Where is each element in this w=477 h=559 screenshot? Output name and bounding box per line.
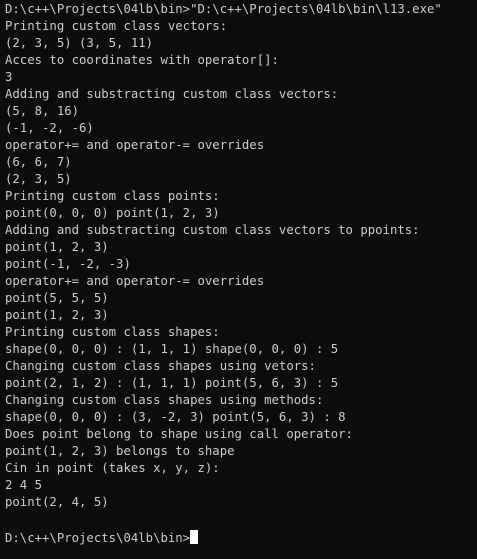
console-line: point(1, 2, 3)	[5, 240, 109, 254]
console-line: point(0, 0, 0) point(1, 2, 3)	[5, 206, 220, 220]
console-line: (6, 6, 7)	[5, 155, 72, 169]
console-line: Changing custom class shapes using vetor…	[5, 359, 316, 373]
console-line: point(5, 5, 5)	[5, 291, 109, 305]
console-line: point(1, 2, 3) belongs to shape	[5, 444, 235, 458]
console-output: D:\c++\Projects\04lb\bin>"D:\c++\Project…	[5, 1, 442, 511]
console-line: point(1, 2, 3)	[5, 308, 109, 322]
text-cursor	[190, 530, 199, 544]
console-line: Printing custom class points:	[5, 189, 220, 203]
console-line: point(2, 4, 5)	[5, 495, 109, 509]
console-line: shape(0, 0, 0) : (3, -2, 3) point(5, 6, …	[5, 410, 346, 424]
console-line: point(2, 1, 2) : (1, 1, 1) point(5, 6, 3…	[5, 376, 339, 390]
console-line: point(-1, -2, -3)	[5, 257, 131, 271]
console-window[interactable]: D:\c++\Projects\04lb\bin>"D:\c++\Project…	[0, 0, 477, 559]
console-line: (2, 3, 5)	[5, 172, 72, 186]
console-line: Printing custom class shapes:	[5, 325, 220, 339]
console-line: Changing custom class shapes using metho…	[5, 393, 324, 407]
console-line: Does point belong to shape using call op…	[5, 427, 353, 441]
console-line: D:\c++\Projects\04lb\bin>"D:\c++\Project…	[5, 2, 442, 16]
console-line: operator+= and operator-= overrides	[5, 274, 265, 288]
console-line: Adding and substracting custom class vec…	[5, 223, 420, 237]
console-line: (5, 8, 16)	[5, 104, 80, 118]
console-line: (-1, -2, -6)	[5, 121, 94, 135]
console-line: (2, 3, 5) (3, 5, 11)	[5, 36, 154, 50]
console-line: 2 4 5	[5, 478, 43, 492]
console-line: operator+= and operator-= overrides	[5, 138, 265, 152]
prompt-text: D:\c++\Projects\04lb\bin>	[5, 531, 191, 545]
console-line: Adding and substracting custom class vec…	[5, 87, 339, 101]
console-line: shape(0, 0, 0) : (1, 1, 1) shape(0, 0, 0…	[5, 342, 339, 356]
console-line: Cin in point (takes x, y, z):	[5, 461, 220, 475]
console-line: 3	[5, 70, 13, 84]
command-prompt[interactable]: D:\c++\Projects\04lb\bin>	[5, 530, 199, 547]
console-line: Acces to coordinates with operator[]:	[5, 53, 279, 67]
console-line: Printing custom class vectors:	[5, 19, 228, 33]
